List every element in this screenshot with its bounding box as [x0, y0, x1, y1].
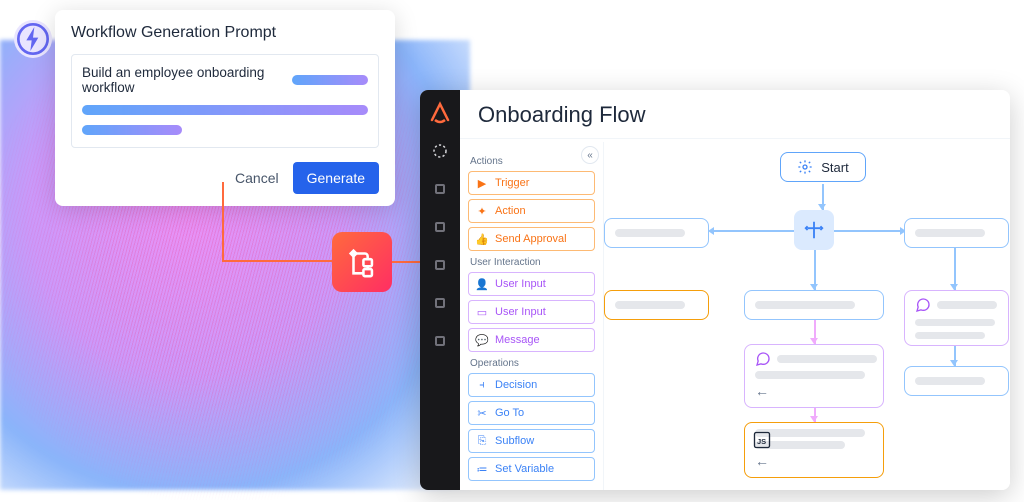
- palette-section-label: Operations: [470, 358, 593, 369]
- diagram-icon: [345, 245, 379, 279]
- variable-icon: ≔: [475, 462, 489, 476]
- palette-item-label: Go To: [495, 407, 524, 419]
- edge: [834, 230, 904, 232]
- palette-section-label: Actions: [470, 156, 593, 167]
- palette-item-label: Subflow: [495, 435, 534, 447]
- play-icon: ▶: [475, 176, 489, 190]
- flow-editor-window: Onboarding Flow « Actions ▶ Trigger ✦ Acti…: [420, 90, 1010, 490]
- subflow-icon: ⎘: [475, 434, 489, 448]
- palette-item-label: User Input: [495, 278, 546, 290]
- palette-item-trigger[interactable]: ▶ Trigger: [468, 171, 595, 195]
- diagram-tile: [332, 232, 392, 292]
- back-arrow-icon: ←: [755, 453, 769, 469]
- placeholder-line: [292, 75, 368, 85]
- node-palette: « Actions ▶ Trigger ✦ Action 👍 Send Approva…: [460, 142, 604, 490]
- thumbs-up-icon: 👍: [475, 232, 489, 246]
- scissors-icon: ✂: [475, 406, 489, 420]
- rail-item[interactable]: [429, 178, 451, 200]
- palette-item-set-variable[interactable]: ≔ Set Variable: [468, 457, 595, 481]
- cancel-button[interactable]: Cancel: [231, 164, 283, 192]
- rail-item[interactable]: [429, 216, 451, 238]
- placeholder-line: [82, 125, 182, 135]
- connector-line: [222, 260, 332, 262]
- plus-icon: ✦: [475, 204, 489, 218]
- palette-item-label: Send Approval: [495, 233, 567, 245]
- palette-item-label: User Input: [495, 306, 546, 318]
- palette-item-decision[interactable]: ⫞ Decision: [468, 373, 595, 397]
- palette-item-user-input[interactable]: 👤 User Input: [468, 272, 595, 296]
- palette-item-label: Set Variable: [495, 463, 554, 475]
- svg-text:JS: JS: [757, 437, 766, 446]
- flow-node[interactable]: [904, 218, 1009, 248]
- rail-item[interactable]: [429, 292, 451, 314]
- js-icon: JS: [752, 430, 772, 450]
- message-node[interactable]: ←: [744, 344, 884, 408]
- palette-item-label: Action: [495, 205, 526, 217]
- editor-title: Onboarding Flow: [460, 90, 1010, 139]
- editor-rail: [420, 90, 460, 490]
- palette-item-go-to[interactable]: ✂ Go To: [468, 401, 595, 425]
- palette-item-label: Message: [495, 334, 540, 346]
- signpost-icon: [803, 219, 825, 241]
- palette-item-subflow[interactable]: ⎘ Subflow: [468, 429, 595, 453]
- flow-node[interactable]: [904, 366, 1009, 396]
- gear-icon: [797, 159, 813, 175]
- chat-icon: 💬: [475, 333, 489, 347]
- palette-section-label: User Interaction: [470, 257, 593, 268]
- palette-item-user-input[interactable]: ▭ User Input: [468, 300, 595, 324]
- edge: [710, 230, 794, 232]
- prompt-title: Workflow Generation Prompt: [71, 24, 379, 42]
- app-logo-icon: [428, 100, 452, 124]
- palette-collapse-button[interactable]: «: [581, 146, 599, 164]
- flow-canvas[interactable]: Start ← ←: [604, 142, 1010, 490]
- message-node[interactable]: [904, 290, 1009, 346]
- palette-item-label: Trigger: [495, 177, 529, 189]
- start-node[interactable]: Start: [780, 152, 866, 182]
- lightning-badge: [14, 20, 52, 58]
- palette-item-action[interactable]: ✦ Action: [468, 199, 595, 223]
- start-node-label: Start: [821, 160, 848, 175]
- palette-item-label: Decision: [495, 379, 537, 391]
- connector-line: [222, 182, 224, 260]
- chat-icon: [915, 297, 931, 313]
- user-icon: 👤: [475, 277, 489, 291]
- form-icon: ▭: [475, 305, 489, 319]
- chat-icon: [755, 351, 771, 367]
- rail-refresh-icon[interactable]: [429, 140, 451, 162]
- rail-item[interactable]: [429, 330, 451, 352]
- flow-node[interactable]: [744, 290, 884, 320]
- palette-item-send-approval[interactable]: 👍 Send Approval: [468, 227, 595, 251]
- signpost-icon: ⫞: [475, 378, 489, 392]
- workflow-prompt-dialog: Workflow Generation Prompt Build an empl…: [55, 10, 395, 206]
- prompt-input[interactable]: Build an employee onboarding workflow: [71, 54, 379, 148]
- lightning-icon: [17, 23, 49, 55]
- back-arrow-icon: ←: [755, 383, 769, 399]
- decision-node[interactable]: [794, 210, 834, 250]
- flow-node[interactable]: [604, 218, 709, 248]
- prompt-input-text: Build an employee onboarding workflow: [82, 65, 284, 95]
- flow-node[interactable]: [604, 290, 709, 320]
- palette-item-message[interactable]: 💬 Message: [468, 328, 595, 352]
- placeholder-line: [82, 105, 368, 115]
- rail-item[interactable]: [429, 254, 451, 276]
- generate-button[interactable]: Generate: [293, 162, 379, 194]
